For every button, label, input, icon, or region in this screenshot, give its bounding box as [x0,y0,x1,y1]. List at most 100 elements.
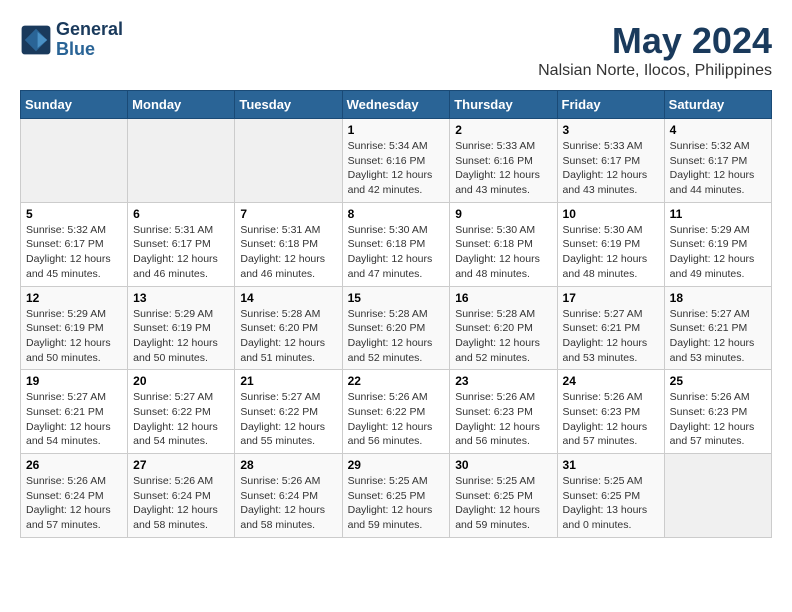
calendar-cell: 14 Sunrise: 5:28 AM Sunset: 6:20 PM Dayli… [235,286,342,370]
calendar-subtitle: Nalsian Norte, Ilocos, Philippines [538,62,772,80]
calendar-cell: 9 Sunrise: 5:30 AM Sunset: 6:18 PM Daylig… [450,202,557,286]
calendar-cell: 22Sunrise: 5:26 AM Sunset: 6:22 PM Dayli… [342,370,450,454]
calendar-cell [21,119,128,203]
day-info: Sunrise: 5:30 AM Sunset: 6:19 PM Dayligh… [563,223,659,282]
calendar-cell: 5Sunrise: 5:32 AM Sunset: 6:17 PM Daylig… [21,202,128,286]
weekday-header-wednesday: Wednesday [342,91,450,119]
day-info: Sunrise: 5:30 AM Sunset: 6:18 PM Dayligh… [348,223,445,282]
calendar-cell: 20 Sunrise: 5:27 AM Sunset: 6:22 PM Dayli… [128,370,235,454]
calendar-cell: 3 Sunrise: 5:33 AM Sunset: 6:17 PM Daylig… [557,119,664,203]
day-number: 13 [133,291,229,305]
calendar-cell: 8 Sunrise: 5:30 AM Sunset: 6:18 PM Daylig… [342,202,450,286]
calendar-cell: 30 Sunrise: 5:25 AM Sunset: 6:25 PM Dayli… [450,454,557,538]
day-info: Sunrise: 5:28 AM Sunset: 6:20 PM Dayligh… [455,307,551,366]
day-number: 26 [26,458,122,472]
day-info: Sunrise: 5:26 AM Sunset: 6:24 PM Dayligh… [133,474,229,533]
day-number: 29 [348,458,445,472]
day-number: 24 [563,374,659,388]
calendar-week-row: 19 Sunrise: 5:27 AM Sunset: 6:21 PM Dayli… [21,370,772,454]
calendar-cell: 2Sunrise: 5:33 AM Sunset: 6:16 PM Daylig… [450,119,557,203]
day-number: 9 [455,207,551,221]
day-number: 19 [26,374,122,388]
day-number: 31 [563,458,659,472]
day-info: Sunrise: 5:27 AM Sunset: 6:22 PM Dayligh… [240,390,336,449]
day-number: 16 [455,291,551,305]
day-number: 25 [670,374,766,388]
day-number: 23 [455,374,551,388]
day-number: 7 [240,207,336,221]
calendar-cell: 26 Sunrise: 5:26 AM Sunset: 6:24 PM Dayli… [21,454,128,538]
day-info: Sunrise: 5:26 AM Sunset: 6:24 PM Dayligh… [26,474,122,533]
logo: General Blue [20,20,123,60]
calendar-cell: 19 Sunrise: 5:27 AM Sunset: 6:21 PM Dayli… [21,370,128,454]
calendar-week-row: 12Sunrise: 5:29 AM Sunset: 6:19 PM Dayli… [21,286,772,370]
weekday-header-row: SundayMondayTuesdayWednesdayThursdayFrid… [21,91,772,119]
day-info: Sunrise: 5:26 AM Sunset: 6:23 PM Dayligh… [455,390,551,449]
calendar-table: SundayMondayTuesdayWednesdayThursdayFrid… [20,90,772,538]
day-info: Sunrise: 5:27 AM Sunset: 6:21 PM Dayligh… [670,307,766,366]
day-info: Sunrise: 5:27 AM Sunset: 6:22 PM Dayligh… [133,390,229,449]
day-info: Sunrise: 5:26 AM Sunset: 6:24 PM Dayligh… [240,474,336,533]
weekday-header-monday: Monday [128,91,235,119]
day-number: 1 [348,123,445,137]
calendar-cell: 31 Sunrise: 5:25 AM Sunset: 6:25 PM Dayli… [557,454,664,538]
calendar-cell: 24 Sunrise: 5:26 AM Sunset: 6:23 PM Dayli… [557,370,664,454]
weekday-header-friday: Friday [557,91,664,119]
day-info: Sunrise: 5:28 AM Sunset: 6:20 PM Dayligh… [240,307,336,366]
calendar-cell: 13Sunrise: 5:29 AM Sunset: 6:19 PM Dayli… [128,286,235,370]
day-info: Sunrise: 5:28 AM Sunset: 6:20 PM Dayligh… [348,307,445,366]
calendar-week-row: 1 Sunrise: 5:34 AM Sunset: 6:16 PM Daylig… [21,119,772,203]
day-info: Sunrise: 5:30 AM Sunset: 6:18 PM Dayligh… [455,223,551,282]
day-info: Sunrise: 5:33 AM Sunset: 6:17 PM Dayligh… [563,139,659,198]
calendar-cell: 6 Sunrise: 5:31 AM Sunset: 6:17 PM Daylig… [128,202,235,286]
day-info: Sunrise: 5:26 AM Sunset: 6:23 PM Dayligh… [670,390,766,449]
day-number: 30 [455,458,551,472]
title-block: May 2024 Nalsian Norte, Ilocos, Philippi… [538,20,772,80]
calendar-cell: 27 Sunrise: 5:26 AM Sunset: 6:24 PM Dayli… [128,454,235,538]
day-number: 6 [133,207,229,221]
day-info: Sunrise: 5:26 AM Sunset: 6:23 PM Dayligh… [563,390,659,449]
logo-text: General Blue [56,20,123,60]
calendar-week-row: 26 Sunrise: 5:26 AM Sunset: 6:24 PM Dayli… [21,454,772,538]
calendar-cell: 28Sunrise: 5:26 AM Sunset: 6:24 PM Dayli… [235,454,342,538]
weekday-header-sunday: Sunday [21,91,128,119]
day-number: 20 [133,374,229,388]
day-info: Sunrise: 5:31 AM Sunset: 6:17 PM Dayligh… [133,223,229,282]
calendar-cell: 18Sunrise: 5:27 AM Sunset: 6:21 PM Dayli… [664,286,771,370]
day-number: 4 [670,123,766,137]
calendar-cell: 23 Sunrise: 5:26 AM Sunset: 6:23 PM Dayli… [450,370,557,454]
calendar-cell [235,119,342,203]
day-number: 10 [563,207,659,221]
day-number: 17 [563,291,659,305]
day-info: Sunrise: 5:25 AM Sunset: 6:25 PM Dayligh… [455,474,551,533]
calendar-title: May 2024 [538,20,772,62]
weekday-header-saturday: Saturday [664,91,771,119]
day-info: Sunrise: 5:31 AM Sunset: 6:18 PM Dayligh… [240,223,336,282]
calendar-cell: 21Sunrise: 5:27 AM Sunset: 6:22 PM Dayli… [235,370,342,454]
day-number: 27 [133,458,229,472]
calendar-cell: 15 Sunrise: 5:28 AM Sunset: 6:20 PM Dayli… [342,286,450,370]
day-number: 2 [455,123,551,137]
day-info: Sunrise: 5:27 AM Sunset: 6:21 PM Dayligh… [26,390,122,449]
calendar-cell: 4Sunrise: 5:32 AM Sunset: 6:17 PM Daylig… [664,119,771,203]
calendar-cell: 10 Sunrise: 5:30 AM Sunset: 6:19 PM Dayli… [557,202,664,286]
calendar-cell [128,119,235,203]
day-number: 14 [240,291,336,305]
day-info: Sunrise: 5:34 AM Sunset: 6:16 PM Dayligh… [348,139,445,198]
day-info: Sunrise: 5:26 AM Sunset: 6:22 PM Dayligh… [348,390,445,449]
logo-icon [20,24,52,56]
day-number: 5 [26,207,122,221]
calendar-cell: 29Sunrise: 5:25 AM Sunset: 6:25 PM Dayli… [342,454,450,538]
day-number: 11 [670,207,766,221]
day-number: 8 [348,207,445,221]
day-number: 15 [348,291,445,305]
day-number: 3 [563,123,659,137]
calendar-cell: 1 Sunrise: 5:34 AM Sunset: 6:16 PM Daylig… [342,119,450,203]
calendar-cell: 17 Sunrise: 5:27 AM Sunset: 6:21 PM Dayli… [557,286,664,370]
weekday-header-tuesday: Tuesday [235,91,342,119]
day-info: Sunrise: 5:29 AM Sunset: 6:19 PM Dayligh… [670,223,766,282]
calendar-cell: 25 Sunrise: 5:26 AM Sunset: 6:23 PM Dayli… [664,370,771,454]
day-info: Sunrise: 5:25 AM Sunset: 6:25 PM Dayligh… [563,474,659,533]
calendar-cell: 11 Sunrise: 5:29 AM Sunset: 6:19 PM Dayli… [664,202,771,286]
day-info: Sunrise: 5:27 AM Sunset: 6:21 PM Dayligh… [563,307,659,366]
